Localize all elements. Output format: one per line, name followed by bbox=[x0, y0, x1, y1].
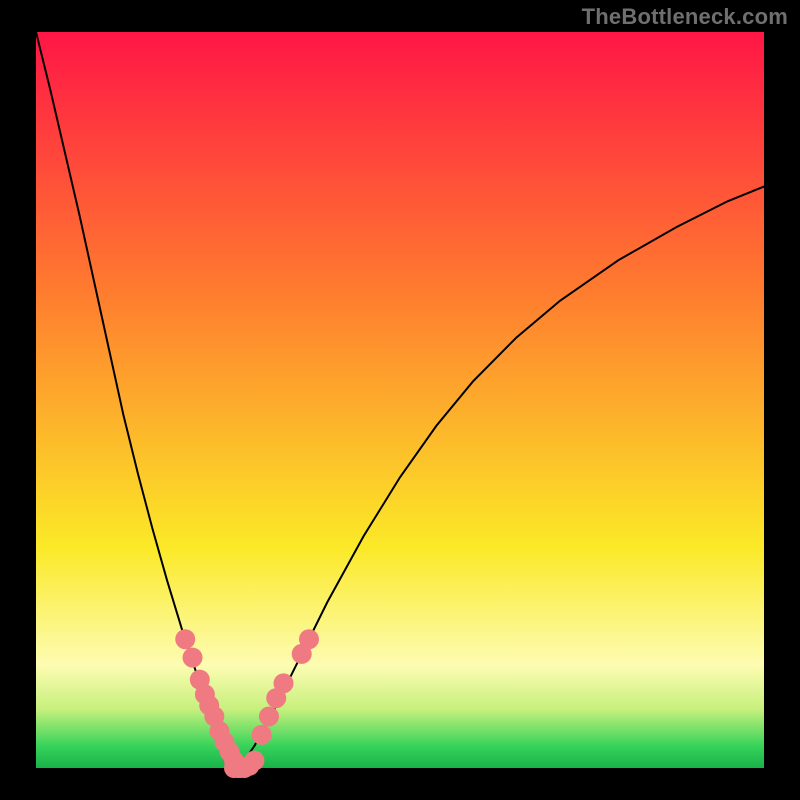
point-points-bottom bbox=[244, 751, 264, 771]
watermark: TheBottleneck.com bbox=[582, 4, 788, 30]
point-points-left bbox=[175, 629, 195, 649]
point-points-left bbox=[183, 648, 203, 668]
point-points-right bbox=[259, 706, 279, 726]
point-points-right bbox=[274, 673, 294, 693]
chart-svg bbox=[0, 0, 800, 800]
plot-background bbox=[36, 32, 764, 768]
chart-root: TheBottleneck.com bbox=[0, 0, 800, 800]
point-points-right bbox=[299, 629, 319, 649]
point-points-right bbox=[252, 725, 272, 745]
